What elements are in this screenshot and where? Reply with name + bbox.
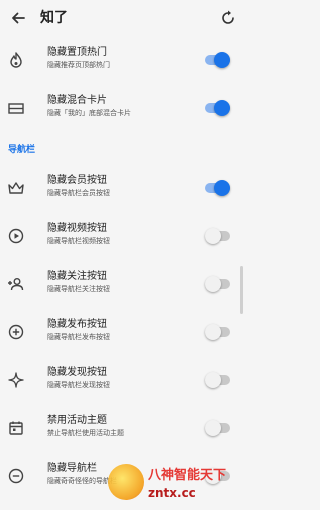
toggle-switch[interactable] — [205, 180, 230, 196]
setting-title: 隐藏发现按钮 — [47, 367, 107, 378]
setting-title: 隐藏关注按钮 — [47, 271, 107, 282]
card-icon — [6, 98, 26, 118]
toggle-switch[interactable] — [205, 420, 230, 436]
person-add-icon — [6, 274, 26, 294]
setting-title: 隐藏视频按钮 — [47, 223, 107, 234]
setting-title: 隐藏混合卡片 — [47, 95, 107, 106]
plus-circle-icon — [6, 322, 26, 342]
toggle-switch[interactable] — [205, 276, 230, 292]
watermark: 八神智能天下 zntx.cc — [108, 462, 244, 510]
setting-row-hide-publish-button[interactable]: 隐藏发布按钮 隐藏导航栏发布按钮 — [0, 308, 244, 356]
crown-icon — [6, 178, 26, 198]
back-arrow-icon[interactable] — [8, 8, 28, 28]
setting-title: 隐藏发布按钮 — [47, 319, 107, 330]
refresh-icon[interactable] — [218, 8, 238, 28]
watermark-text: 八神智能天下 — [148, 468, 227, 483]
watermark-logo — [108, 464, 144, 500]
setting-row-hide-pinned-hot[interactable]: 隐藏置顶热门 隐藏推荐页顶部热门 — [0, 36, 244, 84]
setting-row-hide-vip-button[interactable]: 隐藏会员按钮 隐藏导航栏会员按钮 — [0, 164, 244, 212]
sparkle-icon — [6, 370, 26, 390]
setting-subtitle: 隐藏导航栏视频按钮 — [47, 237, 110, 245]
section-header-navbar: 导航栏 — [0, 132, 244, 164]
setting-row-hide-discover-button[interactable]: 隐藏发现按钮 隐藏导航栏发现按钮 — [0, 356, 244, 404]
flame-icon — [6, 50, 26, 70]
watermark-url: zntx.cc — [148, 486, 196, 500]
scrollbar[interactable] — [240, 266, 243, 314]
play-circle-icon — [6, 226, 26, 246]
setting-subtitle: 隐藏导航栏发现按钮 — [47, 381, 110, 389]
app-bar: 知了 — [0, 0, 244, 36]
setting-subtitle: 隐藏推荐页顶部热门 — [47, 61, 110, 69]
toggle-switch[interactable] — [205, 324, 230, 340]
setting-subtitle: 禁止导航栏使用活动主题 — [47, 429, 124, 437]
minus-circle-icon — [6, 466, 26, 486]
setting-row-hide-video-button[interactable]: 隐藏视频按钮 隐藏导航栏视频按钮 — [0, 212, 244, 260]
toggle-switch[interactable] — [205, 100, 230, 116]
toggle-switch[interactable] — [205, 52, 230, 68]
section-label: 导航栏 — [8, 145, 36, 155]
setting-row-disable-event-theme[interactable]: 禁用活动主题 禁止导航栏使用活动主题 — [0, 404, 244, 452]
setting-subtitle: 隐藏导航栏会员按钮 — [47, 189, 110, 197]
setting-subtitle: 隐藏「我的」底部混合卡片 — [47, 109, 131, 117]
toggle-switch[interactable] — [205, 228, 230, 244]
setting-row-hide-follow-button[interactable]: 隐藏关注按钮 隐藏导航栏关注按钮 — [0, 260, 244, 308]
calendar-icon — [6, 418, 26, 438]
setting-subtitle: 隐藏导航栏发布按钮 — [47, 333, 110, 341]
setting-title: 隐藏会员按钮 — [47, 175, 107, 186]
setting-subtitle: 隐藏奇奇怪怪的导航栏 — [47, 477, 117, 485]
setting-subtitle: 隐藏导航栏关注按钮 — [47, 285, 110, 293]
setting-row-hide-mixed-card[interactable]: 隐藏混合卡片 隐藏「我的」底部混合卡片 — [0, 84, 244, 132]
settings-list: 隐藏置顶热门 隐藏推荐页顶部热门 隐藏混合卡片 隐藏「我的」底部混合卡片 导航栏… — [0, 36, 244, 500]
setting-title: 隐藏置顶热门 — [47, 47, 107, 58]
page-title: 知了 — [40, 10, 68, 26]
toggle-switch[interactable] — [205, 372, 230, 388]
setting-title: 隐藏导航栏 — [47, 463, 97, 474]
setting-title: 禁用活动主题 — [47, 415, 107, 426]
